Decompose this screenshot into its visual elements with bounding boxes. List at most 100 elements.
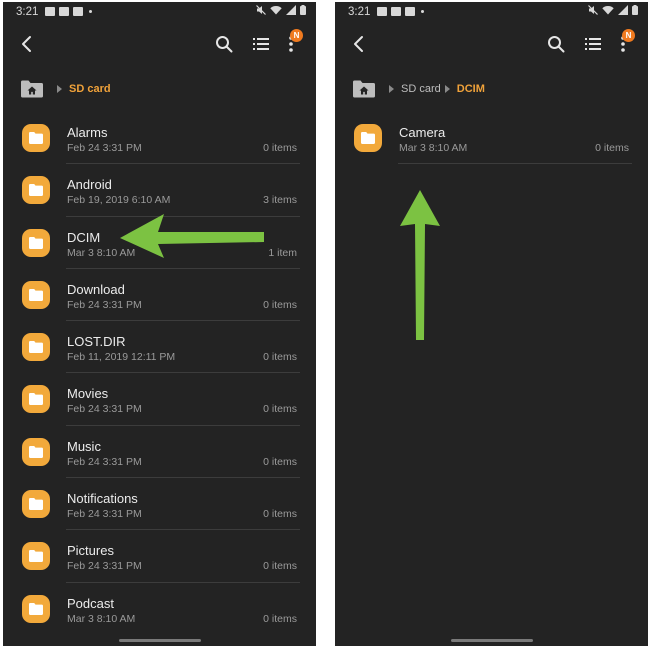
home-folder-icon[interactable] <box>353 80 375 98</box>
folder-icon <box>22 124 50 152</box>
folder-row[interactable]: Download Feb 24 3:31 PM 0 items <box>3 269 316 322</box>
folder-notification-icon <box>391 7 401 16</box>
folder-row[interactable]: Camera Mar 3 8:10 AM 0 items <box>335 112 648 165</box>
folder-item-count: 0 items <box>263 508 297 521</box>
breadcrumb-sd-card[interactable]: SD card <box>69 83 111 95</box>
list-view-icon[interactable] <box>583 34 603 54</box>
folder-icon <box>22 385 50 414</box>
mail-notification-icon <box>405 7 415 16</box>
folder-glyph-icon <box>29 236 43 249</box>
folder-modified-date: Feb 24 3:31 PM <box>67 508 142 521</box>
folder-modified-date: Mar 3 8:10 AM <box>399 142 468 154</box>
system-icons <box>256 5 306 15</box>
folder-modified-date: Feb 24 3:31 PM <box>67 455 142 468</box>
screenshot-canvas: 3:21 N SD card Alarms Feb 24 3:31 PM 0 i… <box>0 0 650 648</box>
folder-row[interactable]: DCIM Mar 3 8:10 AM 1 item <box>3 217 316 269</box>
status-bar: 3:21 <box>335 2 648 24</box>
back-arrow-icon[interactable] <box>349 34 369 54</box>
signal-icon <box>286 5 296 15</box>
folder-row[interactable]: LOST.DIR Feb 11, 2019 12:11 PM 0 items <box>3 321 316 374</box>
folder-name: Alarms <box>67 125 108 140</box>
notification-icons <box>45 7 92 16</box>
wifi-icon <box>270 6 282 15</box>
home-indicator[interactable] <box>450 639 533 642</box>
folder-icon <box>22 542 50 571</box>
breadcrumb-separator-icon <box>444 85 450 93</box>
folder-modified-date: Feb 11, 2019 12:11 PM <box>67 351 176 364</box>
folder-row[interactable]: Music Feb 24 3:31 PM 0 items <box>3 426 316 479</box>
folder-row[interactable]: Android Feb 19, 2019 6:10 AM 3 items <box>3 164 316 217</box>
gallery-notification-icon <box>377 7 387 16</box>
folder-item-count: 0 items <box>263 298 297 311</box>
folder-modified-date: Feb 24 3:31 PM <box>67 142 142 154</box>
folder-glyph-icon <box>29 498 43 511</box>
folder-icon <box>22 490 50 519</box>
folder-icon <box>22 228 50 257</box>
folder-row[interactable]: Notifications Feb 24 3:31 PM 0 items <box>3 478 316 531</box>
folder-item-count: 0 items <box>263 142 297 154</box>
wifi-icon <box>602 6 614 15</box>
folder-item-count: 0 items <box>263 351 297 364</box>
breadcrumb-separator-icon <box>389 85 394 93</box>
folder-glyph-icon <box>29 602 43 615</box>
breadcrumb-dcim[interactable]: DCIM <box>457 83 485 95</box>
folder-modified-date: Mar 3 8:10 AM <box>67 246 136 259</box>
folder-icon <box>22 594 50 623</box>
folder-item-count: 0 items <box>595 142 629 154</box>
folder-glyph-icon <box>29 393 43 406</box>
folder-name: Pictures <box>67 543 114 559</box>
folder-name: LOST.DIR <box>67 334 126 350</box>
folder-modified-date: Feb 24 3:31 PM <box>67 560 142 573</box>
search-icon[interactable] <box>546 34 566 54</box>
status-time: 3:21 <box>348 6 371 18</box>
folder-row[interactable]: Podcast Mar 3 8:10 AM 0 items <box>3 583 316 635</box>
row-divider <box>398 163 632 165</box>
signal-icon <box>618 5 628 15</box>
list-view-icon[interactable] <box>251 34 271 54</box>
file-list: Alarms Feb 24 3:31 PM 0 items Android Feb 19… <box>3 112 316 635</box>
toolbar: N <box>335 28 648 60</box>
status-time: 3:21 <box>16 6 39 18</box>
folder-icon <box>22 437 50 466</box>
folder-name: Movies <box>67 386 109 402</box>
folder-name: DCIM <box>67 229 101 245</box>
mute-icon <box>256 5 266 15</box>
breadcrumb: SD card DCIM <box>353 78 485 100</box>
file-list: Camera Mar 3 8:10 AM 0 items <box>335 112 648 165</box>
notification-icons <box>377 7 424 16</box>
battery-icon <box>300 5 306 15</box>
folder-name: Music <box>67 438 101 454</box>
folder-item-count: 0 items <box>263 560 297 573</box>
home-folder-icon[interactable] <box>21 80 43 98</box>
folder-item-count: 0 items <box>263 455 297 468</box>
home-indicator[interactable] <box>118 639 201 642</box>
folder-row[interactable]: Alarms Feb 24 3:31 PM 0 items <box>3 112 316 165</box>
folder-row[interactable]: Pictures Feb 24 3:31 PM 0 items <box>3 530 316 583</box>
folder-modified-date: Feb 24 3:31 PM <box>67 298 142 311</box>
folder-row[interactable]: Movies Feb 24 3:31 PM 0 items <box>3 373 316 426</box>
folder-glyph-icon <box>29 341 43 354</box>
status-bar: 3:21 <box>3 2 316 24</box>
folder-glyph-icon <box>29 445 43 458</box>
folder-item-count: 3 items <box>263 194 297 207</box>
folder-name: Download <box>67 281 125 297</box>
more-notifications-icon <box>89 10 92 13</box>
notification-badge: N <box>290 29 303 42</box>
folder-name: Camera <box>399 125 446 140</box>
folder-name: Android <box>67 177 112 193</box>
breadcrumb-separator-icon <box>57 85 62 93</box>
back-arrow-icon[interactable] <box>17 34 37 54</box>
breadcrumb: SD card <box>21 78 111 100</box>
folder-icon <box>22 333 50 362</box>
folder-modified-date: Feb 19, 2019 6:10 AM <box>67 194 171 207</box>
folder-icon <box>354 124 382 152</box>
search-icon[interactable] <box>214 34 234 54</box>
folder-glyph-icon <box>361 132 375 144</box>
breadcrumb-sd-card[interactable]: SD card <box>401 83 441 95</box>
folder-item-count: 0 items <box>263 403 297 416</box>
folder-glyph-icon <box>29 132 43 144</box>
folder-name: Notifications <box>67 491 138 507</box>
folder-icon <box>22 280 50 309</box>
folder-icon <box>22 176 50 205</box>
folder-item-count: 1 item <box>268 246 297 259</box>
